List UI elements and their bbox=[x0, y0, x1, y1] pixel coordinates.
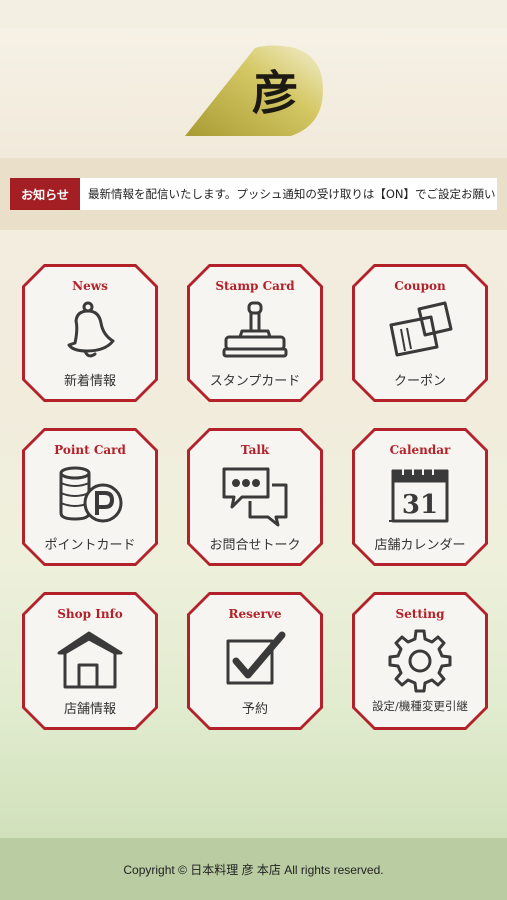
menu-tile-reserve[interactable]: Reserve 予約 bbox=[187, 592, 323, 730]
house-icon bbox=[55, 627, 125, 693]
tile-label: 新着情報 bbox=[63, 374, 116, 389]
bell-icon bbox=[55, 299, 125, 365]
tile-title: News bbox=[72, 279, 108, 293]
logo-glyph: 彦 bbox=[252, 66, 298, 120]
tile-title: Coupon bbox=[394, 279, 446, 293]
menu-tile-talk[interactable]: Talk お問合せトーク bbox=[187, 428, 323, 566]
tile-label: 設定/機種変更引継 bbox=[372, 699, 468, 713]
calendar-day-number: 31 bbox=[402, 490, 438, 520]
gear-icon bbox=[385, 627, 455, 693]
tile-label: ポイントカード bbox=[44, 538, 136, 553]
tile-title: Calendar bbox=[389, 443, 451, 457]
notice-text: 最新情報を配信いたします。プッシュ通知の受け取りは【ON】でご設定お願いします。 bbox=[88, 187, 497, 201]
status-bar bbox=[0, 0, 507, 28]
tile-label: 店舗カレンダー bbox=[374, 538, 466, 553]
tile-label: お問合せトーク bbox=[209, 538, 301, 553]
tile-title: Talk bbox=[240, 443, 270, 457]
tile-title: Reserve bbox=[228, 607, 282, 621]
menu-tile-shop-info[interactable]: Shop Info 店舗情報 bbox=[22, 592, 158, 730]
copyright-text: Copyright © 日本料理 彦 本店 All rights reserve… bbox=[123, 862, 384, 877]
footer: Copyright © 日本料理 彦 本店 All rights reserve… bbox=[0, 838, 507, 900]
point-coins-icon bbox=[55, 463, 125, 529]
menu-tile-calendar[interactable]: Calendar 31 店舗カレンダー bbox=[352, 428, 488, 566]
chat-bubbles-icon bbox=[220, 463, 290, 529]
checkbox-icon bbox=[220, 627, 290, 693]
menu-tile-stamp-card[interactable]: Stamp Card スタンプカード bbox=[187, 264, 323, 402]
tile-label: 店舗情報 bbox=[63, 702, 116, 717]
tile-label: クーポン bbox=[393, 374, 446, 389]
menu-tile-coupon[interactable]: Coupon クーポン bbox=[352, 264, 488, 402]
tile-title: Stamp Card bbox=[215, 279, 295, 293]
menu-tile-point-card[interactable]: Point Card ポイントカード bbox=[22, 428, 158, 566]
tile-title: Point Card bbox=[54, 443, 126, 457]
notice-badge: お知らせ bbox=[10, 178, 80, 210]
stamp-icon bbox=[220, 299, 290, 365]
tile-title: Shop Info bbox=[57, 607, 123, 621]
menu-tile-news[interactable]: News 新着情報 bbox=[22, 264, 158, 402]
tile-title: Setting bbox=[395, 607, 445, 621]
coupon-icon bbox=[385, 299, 455, 365]
menu-tile-setting[interactable]: Setting 設定/機種変更引継 bbox=[352, 592, 488, 730]
calendar-icon: 31 bbox=[385, 463, 455, 529]
tile-label: 予約 bbox=[241, 702, 268, 717]
tile-label: スタンプカード bbox=[209, 374, 301, 389]
notice-ticker[interactable]: お知らせ 最新情報を配信いたします。プッシュ通知の受け取りは【ON】でご設定お願… bbox=[10, 178, 497, 210]
